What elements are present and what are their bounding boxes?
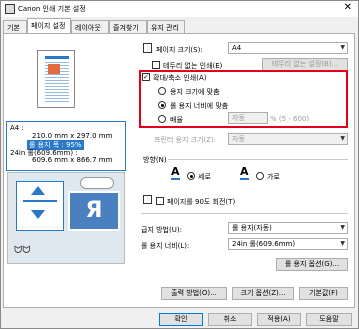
tab-page-setup[interactable]: 페이지 설정 [27, 18, 71, 33]
fit-paper-radio[interactable] [158, 87, 166, 95]
roll-width-select[interactable]: 24in 롤(609.6mm) ▼ [228, 238, 348, 250]
portrait-icon: A [171, 165, 180, 180]
help-button[interactable]: 도움말 [306, 313, 352, 326]
window-title: Canon 인쇄 기본 설정 [18, 5, 86, 13]
scaled-print-label: 확대/축소 인쇄(A) [153, 74, 207, 82]
scaled-print-checkbox[interactable]: ✓ [142, 73, 150, 81]
printer-paper-select[interactable]: 자동 ▼ [228, 133, 348, 145]
roll-width-label: 롤 용지 너비(L): [141, 242, 190, 250]
rotate-label: 페이지를 90도 회전(T) [167, 198, 236, 206]
borderless-checkbox[interactable] [152, 61, 160, 69]
print-method-button[interactable]: 출력 방법(O)... [161, 287, 227, 300]
page-size-label: 페이지 크기(S): [156, 46, 203, 54]
page-preview-thumbnail [37, 50, 75, 108]
size-options-button[interactable]: 크기 옵션(Z)... [232, 287, 294, 300]
paper-size-label: A4 : [10, 124, 24, 132]
roll-icon [80, 177, 114, 189]
paper-info-box: A4 : 210.0 mm x 297.0 mm 롤 용지 폭 : 95% 24… [6, 121, 126, 171]
scaling-input[interactable]: 자동 [228, 112, 268, 124]
roll-paper-options-button[interactable]: 롤 용지 옵션(G)... [276, 258, 348, 271]
feed-label: 급지 방법(U): [141, 226, 182, 234]
chevron-down-icon: ▼ [340, 240, 345, 247]
rotate-checkbox[interactable] [156, 197, 164, 205]
tab-favorites[interactable]: 즐겨찾기 [109, 20, 147, 33]
close-icon[interactable]: ✕ [344, 2, 352, 13]
arrow-down-icon [31, 210, 45, 219]
tab-basic[interactable]: 기본 [3, 20, 27, 33]
orientation-label: 방향(N) [143, 156, 167, 164]
chevron-down-icon: ▼ [340, 224, 345, 231]
layout-arrows [16, 181, 64, 231]
landscape-icon: A [240, 165, 249, 180]
printer-paper-label: 프린터 용지 크기(Z): [154, 136, 217, 144]
page-size-select[interactable]: A4 ▼ [228, 42, 348, 54]
rotated-page-icon: Я [68, 191, 120, 231]
feed-select[interactable]: 롤 용지(자동) ▼ [228, 222, 348, 234]
tab-layout[interactable]: 레이아웃 [71, 20, 109, 33]
rotate-page-icon [143, 195, 152, 204]
roll-preview-graphic: Я ᗢᗢ [7, 172, 125, 264]
scaling-unit: % (5 - 600) [270, 115, 310, 123]
cancel-button[interactable]: 취소 [208, 313, 252, 326]
ok-button[interactable]: 확인 [159, 313, 203, 326]
scaling-label: 배율 [170, 116, 183, 124]
chain-link-icon: ᗢᗢ [14, 245, 31, 256]
landscape-label: 가로 [267, 173, 280, 181]
portrait-radio[interactable] [187, 172, 195, 180]
paper-dimensions: 210.0 mm x 297.0 mm [32, 132, 113, 140]
fit-roll-label: 롤 용지 너비에 맞춤 [170, 102, 229, 110]
defaults-button[interactable]: 기본값(F) [299, 287, 348, 300]
tab-maintenance[interactable]: 유지 관리 [147, 20, 185, 33]
apply-button[interactable]: 적용(A) [257, 313, 301, 326]
scaling-radio[interactable] [158, 115, 166, 123]
title-bar: Canon 인쇄 기본 설정 ✕ [1, 1, 358, 17]
printer-app-icon [5, 4, 15, 14]
page-size-icon [143, 43, 152, 53]
fit-paper-label: 용지 크기에 맞춤 [170, 88, 220, 96]
arrow-up-icon [31, 186, 45, 195]
roll-paper-dimensions: 609.6 mm x 866.7 mm [32, 156, 113, 164]
portrait-label: 세로 [198, 173, 211, 181]
chevron-down-icon: ▼ [340, 44, 345, 51]
chevron-down-icon: ▼ [340, 135, 345, 142]
preview-area: A4 : 210.0 mm x 297.0 mm 롤 용지 폭 : 95% 24… [6, 38, 127, 276]
fit-roll-radio[interactable] [158, 101, 166, 109]
landscape-radio[interactable] [256, 172, 264, 180]
